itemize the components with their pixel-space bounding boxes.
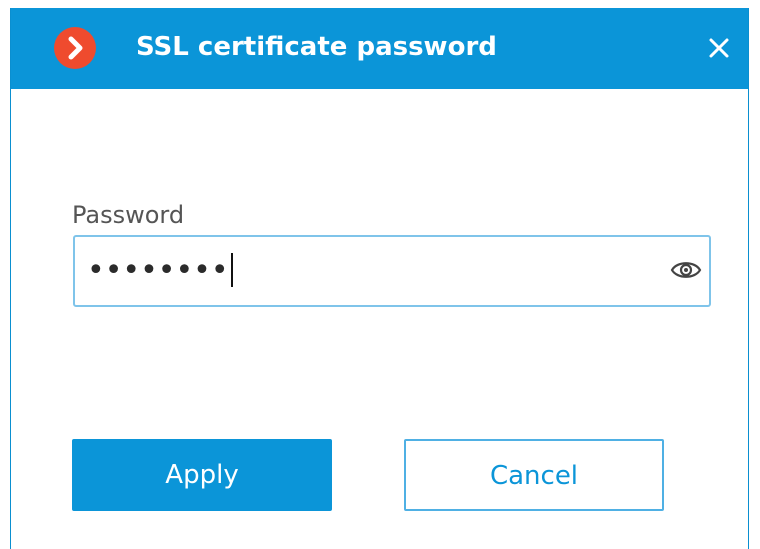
app-logo-icon (54, 27, 96, 69)
close-icon (709, 38, 729, 58)
password-value: •••••••• (87, 251, 233, 291)
apply-button[interactable]: Apply (72, 439, 332, 511)
ssl-password-dialog: SSL certificate password Password ••••••… (10, 8, 749, 549)
text-caret (230, 252, 233, 287)
password-label: Password (72, 201, 185, 229)
password-input[interactable]: •••••••• (73, 235, 711, 307)
cancel-button[interactable]: Cancel (404, 439, 664, 511)
password-masked-text: •••••••• (87, 253, 229, 288)
dialog-titlebar: SSL certificate password (11, 8, 748, 89)
close-button[interactable] (703, 32, 735, 64)
show-password-button[interactable] (669, 257, 703, 283)
eye-icon (670, 262, 702, 278)
dialog-title: SSL certificate password (136, 32, 497, 62)
